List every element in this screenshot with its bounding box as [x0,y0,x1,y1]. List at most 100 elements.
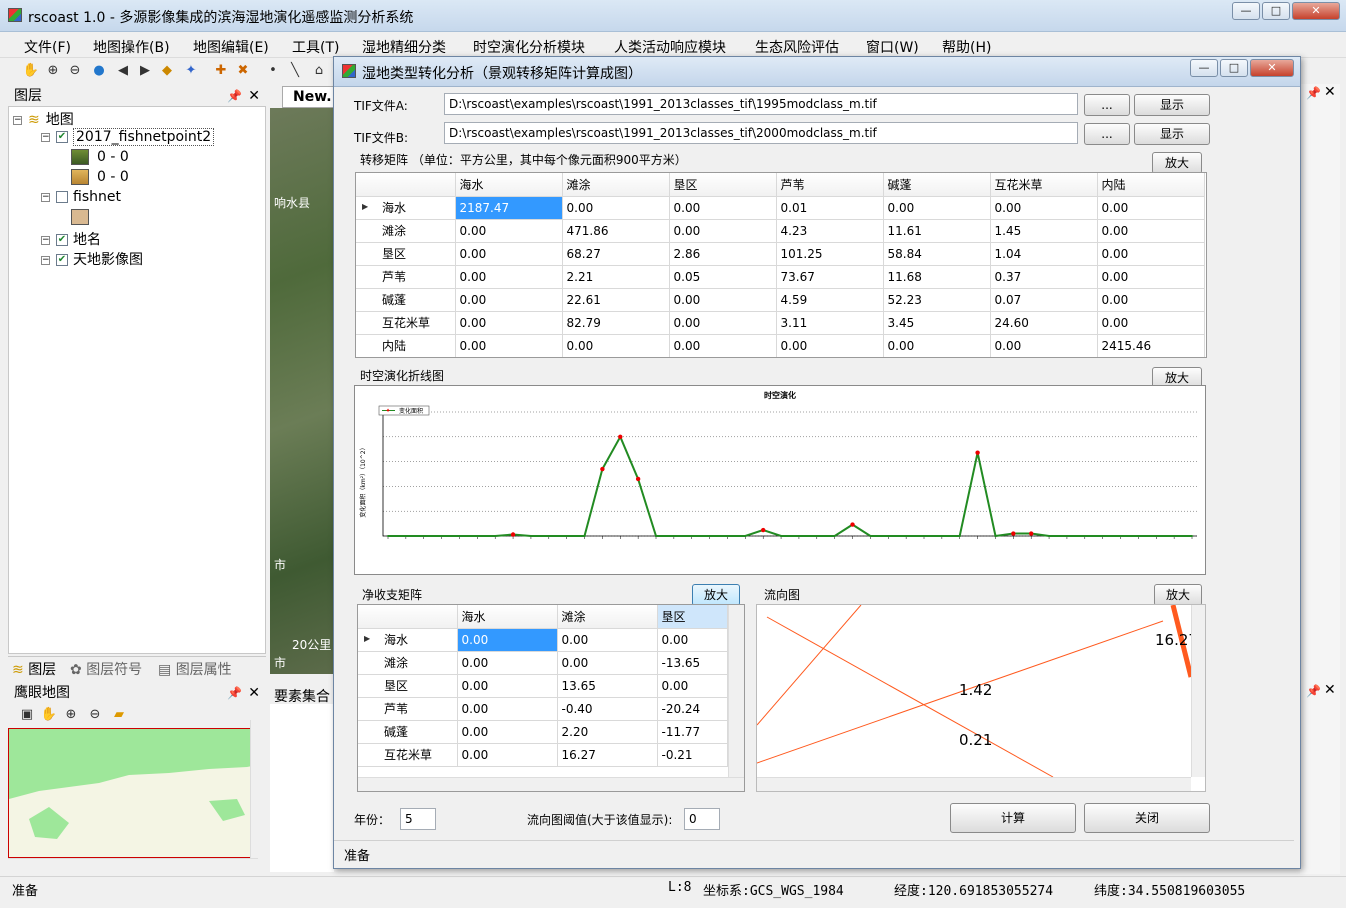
row-header[interactable]: 碱蓬 [358,720,458,744]
flow-horizontal-scrollbar[interactable] [757,777,1191,791]
table-cell[interactable]: 0.00 [1097,311,1205,335]
table-cell[interactable]: 2.20 [557,720,658,744]
table-cell[interactable]: 2187.47 [455,196,563,220]
tif-b-input[interactable]: D:\rscoast\examples\rscoast\1991_2013cla… [444,122,1078,144]
table-cell[interactable]: 3.45 [883,311,991,335]
table-cell[interactable]: 0.00 [1097,288,1205,312]
table-cell[interactable]: -13.65 [657,651,728,675]
flow-diagram[interactable]: 16.27 1.42 0.21 [756,604,1206,792]
tif-b-show-button[interactable]: 显示 [1134,123,1210,145]
map-view[interactable]: 响水县 市 20公里 市 [270,108,334,674]
row-header[interactable]: 互花米草 [358,743,458,767]
column-header[interactable]: 垦区 [657,605,728,629]
column-header[interactable]: 内陆 [1097,173,1205,197]
close-icon[interactable]: ✕ [248,683,260,703]
table-cell[interactable]: 52.23 [883,288,991,312]
pin-icon[interactable]: 📌 [1306,684,1321,698]
table-cell[interactable]: 0.00 [1097,196,1205,220]
menu-tools[interactable]: 工具(T) [292,37,339,57]
table-cell[interactable]: 0.00 [457,743,558,767]
table-cell[interactable]: 58.84 [883,242,991,266]
close-dialog-button[interactable]: 关闭 [1084,803,1210,833]
collapse-icon[interactable]: − [41,255,50,265]
layer-item[interactable]: − ✔ 天地影像图 [41,249,143,269]
eagle-eye-map[interactable] [8,728,258,858]
table-cell[interactable]: 0.05 [669,265,777,289]
table-cell[interactable]: 0.00 [557,651,658,675]
table-cell[interactable]: 68.27 [562,242,670,266]
table-row[interactable]: 滩涂 0.00 0.00 -13.65 [358,651,728,675]
net-matrix-zoom-button[interactable]: 放大 [692,584,740,606]
menu-file[interactable]: 文件(F) [24,37,71,57]
column-header[interactable]: 海水 [457,605,558,629]
column-header[interactable]: 芦苇 [776,173,884,197]
tab-layer-properties[interactable]: ▤ 图层属性 [158,659,232,679]
close-icon[interactable]: ✕ [1324,682,1336,698]
row-header[interactable]: 内陆 [356,334,456,357]
table-cell[interactable]: 1.04 [990,242,1098,266]
add-feature-icon[interactable]: ✚ [212,62,230,80]
table-cell[interactable]: 0.00 [669,334,777,357]
table-cell[interactable]: 0.00 [669,196,777,220]
row-header[interactable]: 滩涂 [358,651,458,675]
table-cell[interactable]: 0.00 [457,720,558,744]
table-cell[interactable]: 0.01 [776,196,884,220]
table-cell[interactable]: 0.00 [883,334,991,357]
tab-layers[interactable]: ≋ 图层 [12,659,56,679]
point-icon[interactable]: • [264,62,282,80]
folder-icon[interactable]: ▰ [110,706,128,724]
close-button[interactable]: ✕ [1292,2,1340,20]
column-header[interactable]: 碱蓬 [883,173,991,197]
table-cell[interactable]: 0.00 [1097,265,1205,289]
tif-a-browse-button[interactable]: ... [1084,94,1130,116]
row-header[interactable]: 垦区 [358,674,458,698]
column-header[interactable]: 海水 [455,173,563,197]
table-cell[interactable]: 471.86 [562,219,670,243]
layer-checkbox[interactable] [56,191,68,203]
table-cell[interactable]: 0.00 [557,628,658,652]
table-cell[interactable]: 0.00 [455,265,563,289]
table-cell[interactable]: 0.00 [562,334,670,357]
eagle-horizontal-scrollbar[interactable] [8,858,258,872]
table-cell[interactable]: 0.00 [657,674,728,698]
table-cell[interactable]: 0.00 [990,196,1098,220]
close-icon[interactable]: ✕ [248,86,260,106]
table-cell[interactable]: 0.00 [455,242,563,266]
collapse-icon[interactable]: − [41,235,50,245]
table-cell[interactable]: 0.00 [455,334,563,357]
table-cell[interactable]: -20.24 [657,697,728,721]
menu-help[interactable]: 帮助(H) [942,37,991,57]
menu-map-operation[interactable]: 地图操作(B) [93,37,170,57]
table-cell[interactable]: 0.00 [457,674,558,698]
column-header[interactable]: 滩涂 [557,605,658,629]
row-header[interactable]: 滩涂 [356,219,456,243]
threshold-input[interactable]: 0 [684,808,720,830]
menu-spatiotemporal[interactable]: 时空演化分析模块 [473,37,585,57]
table-row[interactable]: 内陆 0.00 0.00 0.00 0.00 0.00 0.00 2415.46 [356,334,1205,357]
row-header[interactable]: 海水 [356,196,456,220]
table-cell[interactable]: 13.65 [557,674,658,698]
delete-feature-icon[interactable]: ✖ [234,62,252,80]
select-icon[interactable]: ◆ [158,62,176,80]
zoom-out-icon[interactable]: ⊖ [86,706,104,724]
layer-item[interactable]: − ✔ 2017_fishnetpoint2 [41,128,215,146]
line-icon[interactable]: ╲ [286,62,304,80]
table-cell[interactable]: 73.67 [776,265,884,289]
table-cell[interactable]: 24.60 [990,311,1098,335]
pin-icon[interactable]: 📌 [1306,86,1321,100]
layer-checkbox[interactable]: ✔ [56,254,68,266]
table-cell[interactable]: 0.37 [990,265,1098,289]
pan-icon[interactable]: ✋ [22,62,40,80]
table-cell[interactable]: 2.21 [562,265,670,289]
table-cell[interactable]: 0.00 [457,628,558,652]
table-cell[interactable]: 0.00 [455,311,563,335]
table-cell[interactable]: 0.00 [657,628,728,652]
dialog-close-button[interactable]: ✕ [1250,59,1294,77]
table-cell[interactable]: 0.00 [562,196,670,220]
eagle-vertical-scrollbar[interactable] [250,720,264,858]
net-matrix-horizontal-scrollbar[interactable] [358,777,744,791]
tif-b-browse-button[interactable]: ... [1084,123,1130,145]
table-row[interactable]: 碱蓬 0.00 22.61 0.00 4.59 52.23 0.07 0.00 [356,288,1205,312]
column-header[interactable]: 垦区 [669,173,777,197]
table-row[interactable]: 垦区 0.00 68.27 2.86 101.25 58.84 1.04 0.00 [356,242,1205,266]
